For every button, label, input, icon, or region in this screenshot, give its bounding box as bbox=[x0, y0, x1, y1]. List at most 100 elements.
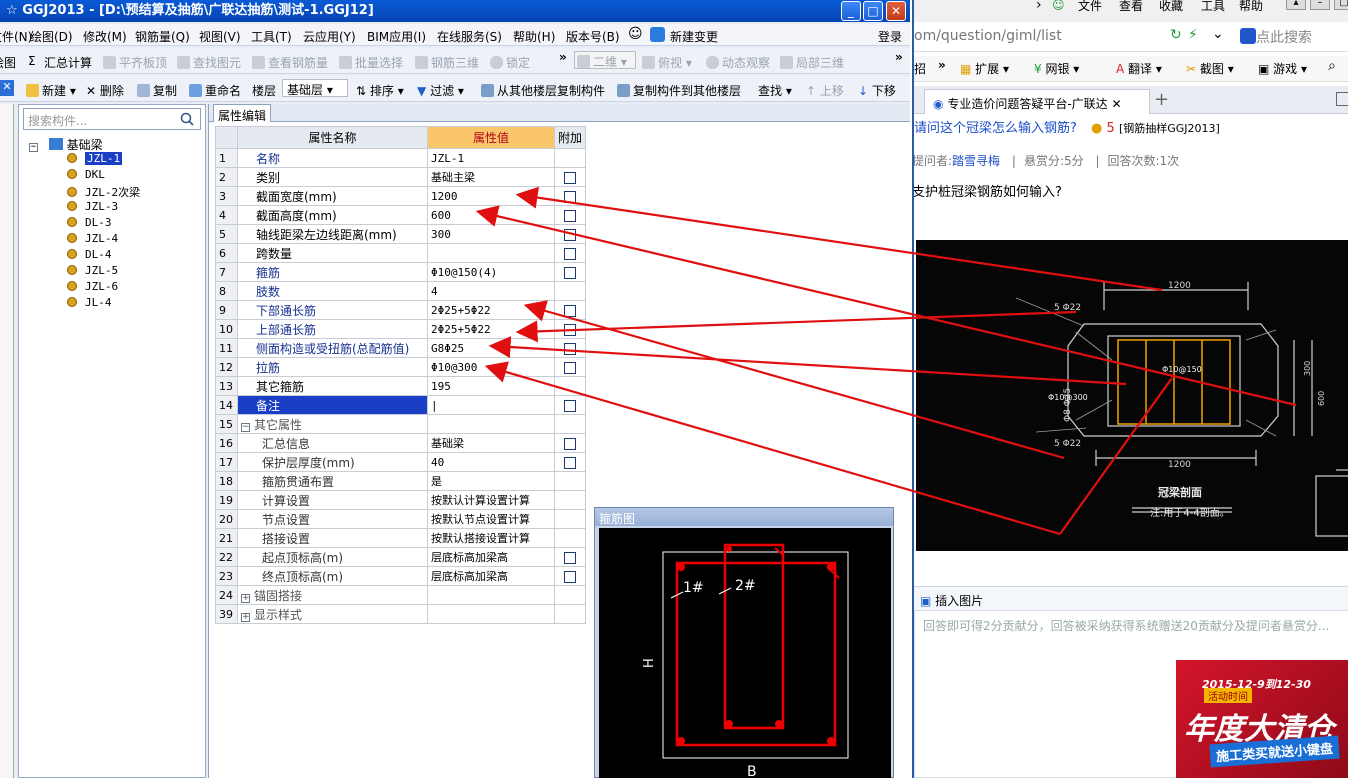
tb-move-down[interactable]: ↓ 下移 bbox=[858, 82, 896, 99]
property-row[interactable]: 7 箍筋 Φ10@150(4) bbox=[215, 262, 587, 282]
dropdown-chevron-icon[interactable]: ⌄ bbox=[1212, 26, 1224, 42]
property-value-cell[interactable]: G8Φ25 bbox=[427, 338, 555, 358]
property-row[interactable]: 22 起点顶标高(m) 层底标高加梁高 bbox=[215, 547, 587, 567]
fav-item-translate[interactable]: A 翻译 ▾ bbox=[1116, 60, 1162, 77]
tree-item[interactable]: DKL bbox=[67, 168, 105, 181]
browser-menu-file[interactable]: 文件 bbox=[1078, 0, 1102, 14]
property-value-cell[interactable]: 层底标高加梁高 bbox=[427, 566, 555, 586]
property-row[interactable]: 21 搭接设置 按默认搭接设置计算 bbox=[215, 528, 587, 548]
property-value-cell[interactable]: 基础主梁 bbox=[427, 167, 555, 187]
menu-modify[interactable]: 修改(M) bbox=[83, 28, 127, 45]
browser-menu-help[interactable]: 帮助 bbox=[1239, 0, 1263, 14]
property-row[interactable]: 14 备注 | bbox=[215, 395, 587, 415]
url-text[interactable]: om/question/giml/list bbox=[914, 28, 1062, 44]
menu-cloud[interactable]: 云应用(Y) bbox=[303, 28, 356, 45]
property-value-cell[interactable]: 层底标高加梁高 bbox=[427, 547, 555, 567]
search-icon[interactable] bbox=[179, 111, 195, 127]
property-value-cell[interactable]: JZL-1 bbox=[427, 148, 555, 168]
menu-file[interactable]: 文件(N) bbox=[0, 28, 32, 45]
extra-checkbox[interactable] bbox=[564, 190, 576, 203]
tree-item[interactable]: DL-4 bbox=[67, 248, 112, 261]
refresh-icon[interactable]: ↻ bbox=[1170, 27, 1182, 43]
tb-new[interactable]: 新建 ▾ bbox=[26, 82, 76, 99]
property-row[interactable]: 11 侧面构造或受扭筋(总配筋值) G8Φ25 bbox=[215, 338, 587, 358]
browser-menu-view[interactable]: 查看 bbox=[1119, 0, 1143, 14]
tab-close-icon[interactable]: ✕ bbox=[1111, 97, 1121, 111]
insert-image-bar[interactable]: ▣ 插入图片 bbox=[914, 586, 1348, 610]
tb-top-view[interactable]: 俯视 ▾ bbox=[642, 54, 692, 71]
extra-checkbox[interactable] bbox=[564, 304, 576, 317]
tab-property-edit[interactable]: 属性编辑 bbox=[213, 104, 271, 123]
property-value-cell[interactable]: 2Φ25+5Φ22 bbox=[427, 300, 555, 320]
user-icon[interactable]: ☺ bbox=[1052, 0, 1065, 12]
menu-bim[interactable]: BIM应用(I) bbox=[367, 28, 426, 45]
property-value-cell[interactable]: 是 bbox=[427, 471, 555, 491]
left-collapsed-panel[interactable] bbox=[0, 104, 14, 778]
menu-login[interactable]: 登录 bbox=[878, 28, 902, 45]
tb-local-3d[interactable]: 局部三维 bbox=[780, 54, 844, 71]
property-row[interactable]: 5 轴线距梁左边线距离(mm) 300 bbox=[215, 224, 587, 244]
tree-item[interactable]: JZL-3 bbox=[67, 200, 118, 213]
property-value-cell[interactable]: 195 bbox=[427, 376, 555, 396]
property-row[interactable]: 9 下部通长筋 2Φ25+5Φ22 bbox=[215, 300, 587, 320]
tb-rename[interactable]: 重命名 bbox=[189, 82, 241, 99]
tb-draw[interactable]: 绘图 bbox=[0, 54, 16, 71]
property-value-cell[interactable] bbox=[427, 414, 555, 434]
property-value-cell[interactable]: 按默认搭接设置计算 bbox=[427, 528, 555, 548]
expand-icon[interactable]: + bbox=[241, 593, 250, 603]
fav-item-extend[interactable]: ▦ 扩展 ▾ bbox=[960, 60, 1009, 77]
asker-name[interactable]: 踏雪寻梅 bbox=[952, 154, 1000, 168]
helper-icon[interactable]: ☺ bbox=[628, 26, 643, 42]
fav-item-0[interactable]: 招 bbox=[914, 60, 926, 77]
view-mode-select[interactable]: 二维 ▾ bbox=[574, 51, 636, 69]
floor-select[interactable]: 基础层 ▾ bbox=[282, 79, 348, 97]
property-value-cell[interactable]: 基础梁 bbox=[427, 433, 555, 453]
menu-online[interactable]: 在线服务(S) bbox=[437, 28, 502, 45]
browser-menu-tools[interactable]: 工具 bbox=[1201, 0, 1225, 14]
tree-item[interactable]: JZL-4 bbox=[67, 232, 118, 245]
extra-checkbox[interactable] bbox=[564, 437, 576, 450]
property-row[interactable]: 4 截面高度(mm) 600 bbox=[215, 205, 587, 225]
tb-view-rebar[interactable]: 查看钢筋量 bbox=[252, 54, 328, 71]
tb-find[interactable]: 查找 ▾ bbox=[758, 82, 792, 99]
property-row[interactable]: 18 箍筋贯通布置 是 bbox=[215, 471, 587, 491]
extra-checkbox[interactable] bbox=[564, 399, 576, 412]
property-value-cell[interactable]: 2Φ25+5Φ22 bbox=[427, 319, 555, 339]
fav-more-icon[interactable]: » bbox=[938, 58, 946, 72]
property-row[interactable]: 13 其它箍筋 195 bbox=[215, 376, 587, 396]
tree-item[interactable]: JZL-2次梁 bbox=[67, 184, 140, 200]
menu-tools[interactable]: 工具(T) bbox=[251, 28, 292, 45]
tree-item[interactable]: JZL-6 bbox=[67, 280, 118, 293]
menu-new-change[interactable]: 新建变更 bbox=[670, 28, 718, 45]
property-value-cell[interactable]: 按默认计算设置计算 bbox=[427, 490, 555, 510]
property-row[interactable]: 17 保护层厚度(mm) 40 bbox=[215, 452, 587, 472]
maximize-button[interactable]: □ bbox=[863, 1, 883, 21]
minimize-button[interactable]: _ bbox=[841, 1, 861, 21]
menu-help[interactable]: 帮助(H) bbox=[513, 28, 555, 45]
question-title[interactable]: 请问这个冠梁怎么输入钢筋? bbox=[914, 121, 1077, 136]
extra-checkbox[interactable] bbox=[564, 551, 576, 564]
extra-checkbox[interactable] bbox=[564, 342, 576, 355]
property-row[interactable]: 12 拉筋 Φ10@300 bbox=[215, 357, 587, 377]
new-tab-button[interactable]: + bbox=[1154, 89, 1169, 110]
lightning-icon[interactable]: ⚡ bbox=[1188, 27, 1198, 43]
browser-skin-button[interactable]: ▴ bbox=[1286, 0, 1306, 10]
tree-item[interactable]: JZL-1 bbox=[67, 152, 123, 165]
property-value-cell[interactable]: 40 bbox=[427, 452, 555, 472]
property-value-cell[interactable]: Φ10@300 bbox=[427, 357, 555, 377]
menu-version[interactable]: 版本号(B) bbox=[566, 28, 620, 45]
property-row[interactable]: 19 计算设置 按默认计算设置计算 bbox=[215, 490, 587, 510]
extra-checkbox[interactable] bbox=[564, 361, 576, 374]
menu-rebar-qty[interactable]: 钢筋量(Q) bbox=[135, 28, 190, 45]
more-chevron-icon-2[interactable]: » bbox=[895, 50, 903, 64]
extra-checkbox[interactable] bbox=[564, 171, 576, 184]
expand-icon[interactable]: + bbox=[241, 612, 250, 622]
component-search-input[interactable]: 搜索构件... bbox=[23, 108, 201, 130]
property-row[interactable]: 20 节点设置 按默认节点设置计算 bbox=[215, 509, 587, 529]
chevron-right-icon[interactable]: › bbox=[1036, 0, 1042, 13]
collapse-icon[interactable]: − bbox=[29, 143, 38, 152]
extra-checkbox[interactable] bbox=[564, 570, 576, 583]
property-row[interactable]: 6 跨数量 bbox=[215, 243, 587, 263]
tab-list-icon[interactable] bbox=[1336, 92, 1348, 106]
fav-item-screenshot[interactable]: ✂ 截图 ▾ bbox=[1186, 60, 1234, 77]
